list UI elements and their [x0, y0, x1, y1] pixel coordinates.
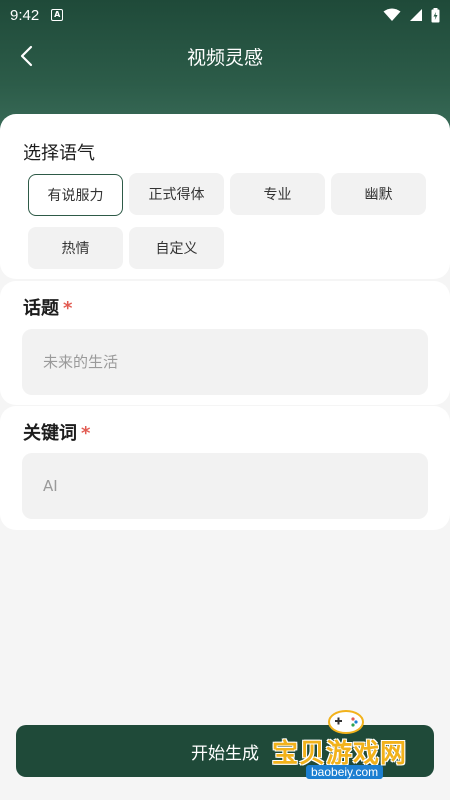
required-mark: *	[63, 298, 73, 319]
signal-icon	[410, 9, 422, 21]
tone-chip-persuasive[interactable]: 有说服力	[28, 174, 123, 216]
tone-chip-professional[interactable]: 专业	[230, 173, 325, 215]
required-mark: *	[81, 423, 91, 444]
tone-card: 选择语气 有说服力 正式得体 专业 幽默 热情 自定义	[0, 114, 450, 279]
battery-icon	[431, 7, 440, 22]
page-title: 视频灵感	[186, 46, 263, 69]
tone-chip-custom[interactable]: 自定义	[129, 227, 224, 269]
topic-label: 话题	[23, 298, 59, 319]
status-bar: 9:42 A	[0, 0, 450, 30]
keyword-section-title: 关键词 *	[23, 419, 90, 445]
keyword-card: 关键词 *	[0, 406, 450, 530]
topic-input[interactable]	[22, 329, 428, 395]
status-time: 9:42	[10, 6, 40, 24]
tone-chip-humorous[interactable]: 幽默	[331, 173, 426, 215]
tone-chip-enthusiastic[interactable]: 热情	[28, 227, 123, 269]
chevron-left-icon	[20, 45, 33, 67]
topic-card: 话题 *	[0, 281, 450, 405]
tone-chip-formal[interactable]: 正式得体	[129, 173, 224, 215]
generate-button[interactable]: 开始生成	[16, 725, 434, 777]
title-bar: 视频灵感	[0, 34, 450, 78]
topic-section-title: 话题 *	[23, 294, 72, 320]
wifi-icon	[383, 8, 401, 21]
tone-section-title: 选择语气	[23, 143, 95, 164]
back-button[interactable]	[10, 40, 42, 72]
keyword-label: 关键词	[23, 423, 77, 444]
status-icons	[383, 7, 440, 23]
keyword-input[interactable]	[22, 453, 428, 519]
a-notification-icon: A	[51, 9, 64, 21]
